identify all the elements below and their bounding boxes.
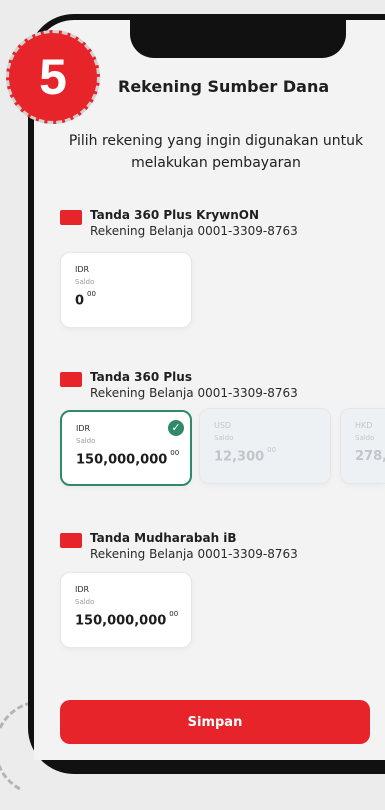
step-badge: 5 — [6, 30, 100, 124]
account-number: Rekening Belanja 0001-3309-8763 — [90, 386, 298, 400]
currency-label: IDR — [75, 585, 90, 594]
balance-amount: 150,000,000 00 — [75, 610, 179, 629]
currency-label: HKD — [355, 421, 373, 430]
account-number: Rekening Belanja 0001-3309-8763 — [90, 224, 298, 238]
saldo-label: Saldo — [214, 434, 234, 442]
balance-card-selected[interactable]: ✓ IDR Saldo 150,000,000 00 — [60, 410, 192, 486]
phone-notch — [130, 20, 346, 58]
saldo-label: Saldo — [76, 437, 96, 445]
currency-label: IDR — [75, 265, 90, 274]
account-name: Tanda 360 Plus KrywnON — [90, 208, 260, 222]
balance-amount: 12,300 00 — [214, 446, 277, 465]
account-number: Rekening Belanja 0001-3309-8763 — [90, 547, 298, 561]
check-circle-icon: ✓ — [168, 420, 184, 436]
bank-flag-icon — [60, 210, 82, 225]
balance-card-disabled[interactable]: USD Saldo 12,300 00 — [199, 408, 331, 484]
bank-flag-icon — [60, 533, 82, 548]
instruction-text: Pilih rekening yang ingin digunakan untu… — [68, 133, 364, 171]
balance-amount: 0 00 — [75, 290, 96, 309]
saldo-label: Saldo — [75, 278, 95, 286]
saldo-label: Saldo — [355, 434, 375, 442]
account-name: Tanda Mudharabah iB — [90, 531, 237, 545]
bank-flag-icon — [60, 372, 82, 387]
balance-amount: 278,4 — [355, 449, 385, 464]
page-title: Rekening Sumber Dana — [118, 77, 330, 96]
account-name: Tanda 360 Plus — [90, 370, 192, 384]
balance-card[interactable]: IDR Saldo 0 00 — [60, 252, 192, 328]
currency-label: IDR — [76, 424, 91, 433]
saldo-label: Saldo — [75, 598, 95, 606]
balance-amount: 150,000,000 00 — [76, 449, 180, 468]
balance-card-disabled[interactable]: HKD Saldo 278,4 — [340, 408, 385, 484]
balance-card[interactable]: IDR Saldo 150,000,000 00 — [60, 572, 192, 648]
save-button[interactable]: Simpan — [60, 700, 370, 744]
currency-label: USD — [214, 421, 232, 430]
